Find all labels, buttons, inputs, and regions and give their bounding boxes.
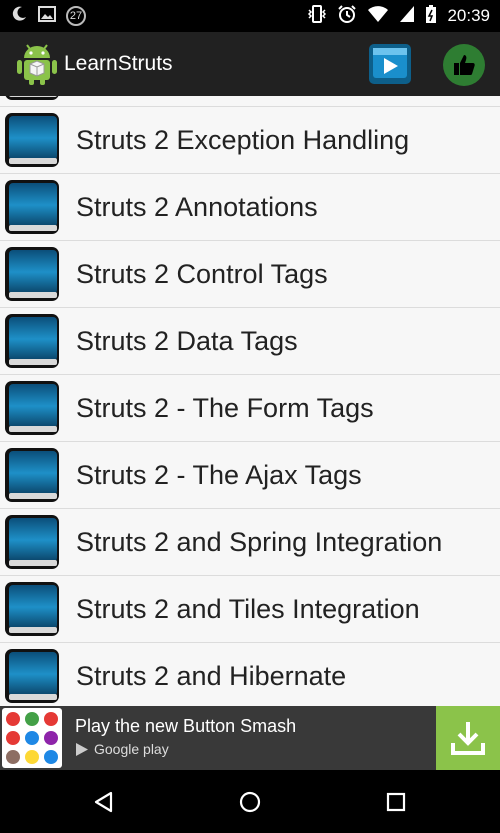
topic-label: Struts 2 Exception Handling	[76, 125, 410, 155]
video-tutorial-icon	[369, 44, 411, 84]
action-bar: LearnStruts	[0, 32, 500, 96]
status-left: 27	[10, 5, 86, 27]
ad-text[interactable]: Play the new Button Smash	[75, 716, 296, 737]
book-icon	[5, 314, 59, 368]
store-label: Google play	[94, 741, 169, 757]
status-bar: 27 20:39	[0, 0, 500, 32]
topic-list-item[interactable]: Struts 2 and Hibernate	[0, 643, 500, 706]
ad-download-button[interactable]	[436, 706, 500, 770]
like-button[interactable]	[443, 44, 485, 86]
book-icon	[5, 113, 59, 167]
topic-list-item[interactable]: Struts 2 and Spring Integration	[0, 509, 500, 576]
topic-label: Struts 2 - The Form Tags	[76, 393, 374, 423]
topic-list-item[interactable]	[0, 96, 500, 107]
back-button[interactable]	[88, 786, 120, 818]
vibrate-icon	[307, 4, 327, 28]
play-store-icon	[76, 742, 88, 756]
topic-list[interactable]: Struts 2 Exception Handling Struts 2 Anno…	[0, 96, 500, 706]
download-icon	[451, 722, 485, 755]
topic-label: Struts 2 and Tiles Integration	[76, 594, 420, 624]
topic-label: Struts 2 Control Tags	[76, 259, 328, 289]
topic-label: Struts 2 and Hibernate	[76, 661, 347, 691]
home-icon	[239, 791, 261, 813]
topic-list-item[interactable]: Struts 2 Exception Handling	[0, 107, 500, 174]
topic-list-item[interactable]: Struts 2 and Tiles Integration	[0, 576, 500, 643]
wifi-icon	[367, 5, 389, 28]
book-icon	[5, 247, 59, 301]
thumbs-up-icon	[454, 55, 475, 75]
book-icon	[5, 582, 59, 636]
topic-label: Struts 2 - The Ajax Tags	[76, 460, 362, 490]
topic-label: Struts 2 Data Tags	[76, 326, 298, 356]
topic-list-inner: Struts 2 Exception Handling Struts 2 Anno…	[0, 96, 500, 706]
topic-list-item[interactable]: Struts 2 - The Form Tags	[0, 375, 500, 442]
navigation-bar	[0, 770, 500, 833]
book-icon	[5, 96, 59, 100]
back-icon	[94, 791, 113, 813]
book-icon	[5, 649, 59, 703]
book-icon	[5, 381, 59, 435]
status-right: 20:39	[307, 4, 490, 28]
recents-icon	[386, 792, 406, 812]
signal-icon	[399, 5, 415, 28]
topic-list-item[interactable]: Struts 2 Data Tags	[0, 308, 500, 375]
topic-list-item[interactable]: Struts 2 Control Tags	[0, 241, 500, 308]
snooze-icon	[10, 5, 28, 28]
game-icon[interactable]	[2, 708, 62, 768]
battery-icon	[425, 4, 437, 29]
google-play-badge: Google play	[75, 741, 169, 757]
notification-count-badge: 27	[66, 6, 86, 26]
topic-label: Struts 2 and Spring Integration	[76, 527, 443, 557]
ad-banner[interactable]: Play the new Button Smash Google play	[0, 706, 500, 770]
alarm-icon	[337, 4, 357, 29]
video-tutorial-button[interactable]	[367, 43, 413, 85]
topic-list-item[interactable]: Struts 2 - The Ajax Tags	[0, 442, 500, 509]
topic-label: Struts 2 Annotations	[76, 192, 318, 222]
clock-text: 20:39	[447, 6, 490, 25]
recents-button[interactable]	[380, 786, 412, 818]
book-icon	[5, 448, 59, 502]
book-icon	[5, 515, 59, 569]
android-logo-icon	[16, 42, 58, 86]
app-title: LearnStruts	[64, 52, 173, 75]
book-icon	[5, 180, 59, 234]
topic-list-item[interactable]: Struts 2 Annotations	[0, 174, 500, 241]
image-icon	[38, 5, 56, 28]
home-button[interactable]	[234, 786, 266, 818]
